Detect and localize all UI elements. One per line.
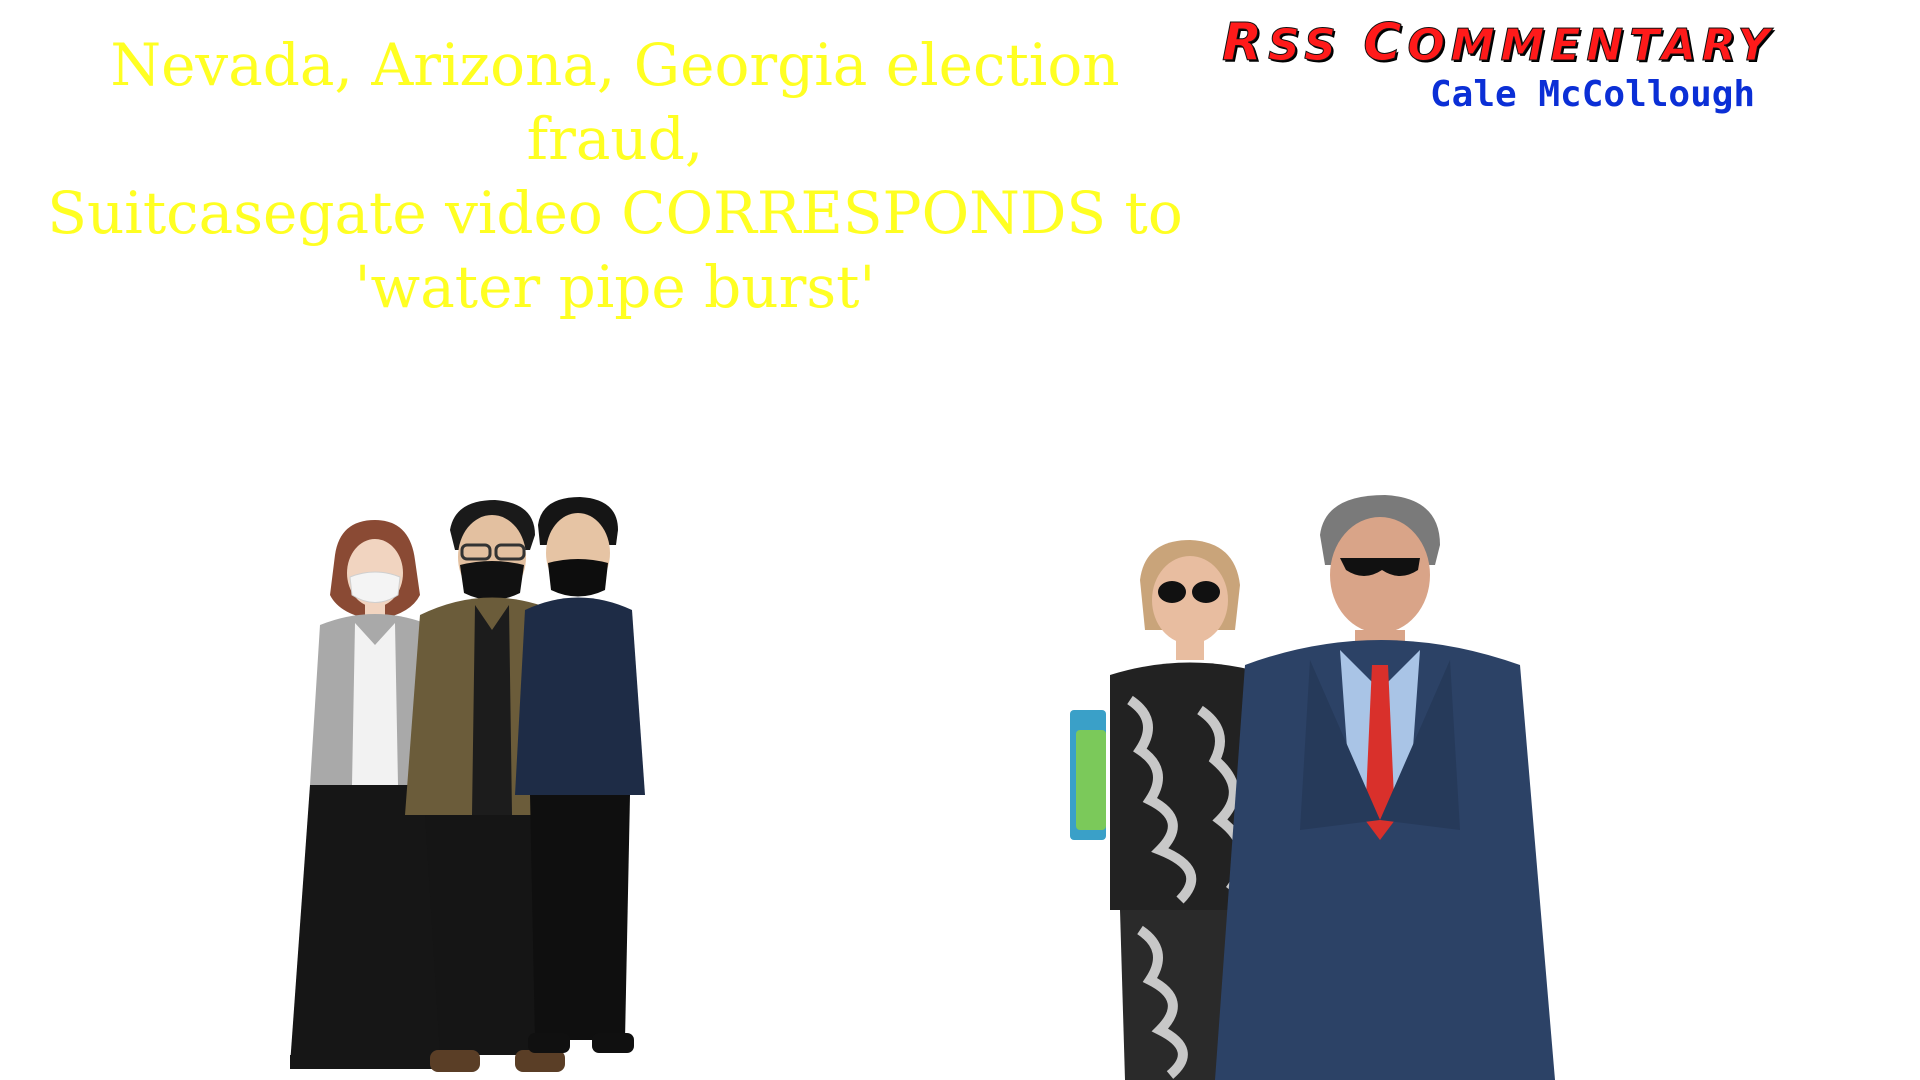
two-people-walking-icon [1070, 495, 1555, 1080]
headline: Nevada, Arizona, Georgia election fraud,… [20, 28, 1210, 324]
brand-logo-text-2: OMMENTARY [1407, 20, 1776, 72]
brand-author: Cale McCollough [1430, 74, 1756, 115]
brand-logo-letter-c: C [1363, 13, 1408, 74]
brand-logo-text-1: SS [1268, 20, 1364, 72]
headline-line-3: 'water pipe burst' [354, 253, 876, 321]
headline-line-2: Suitcasegate video CORRESPONDS to [47, 179, 1183, 247]
brand-logo: RSS COMMENTARY [1221, 12, 1902, 74]
three-people-masked-icon [290, 497, 645, 1072]
photo-group-right [1050, 490, 1630, 1080]
headline-line-1: Nevada, Arizona, Georgia election fraud, [110, 31, 1120, 173]
person-man-navy-icon [515, 497, 645, 1053]
person-man-suit-icon [1215, 495, 1555, 1080]
photo-group-left [280, 485, 780, 1080]
brand-logo-letter-r: R [1221, 13, 1269, 74]
